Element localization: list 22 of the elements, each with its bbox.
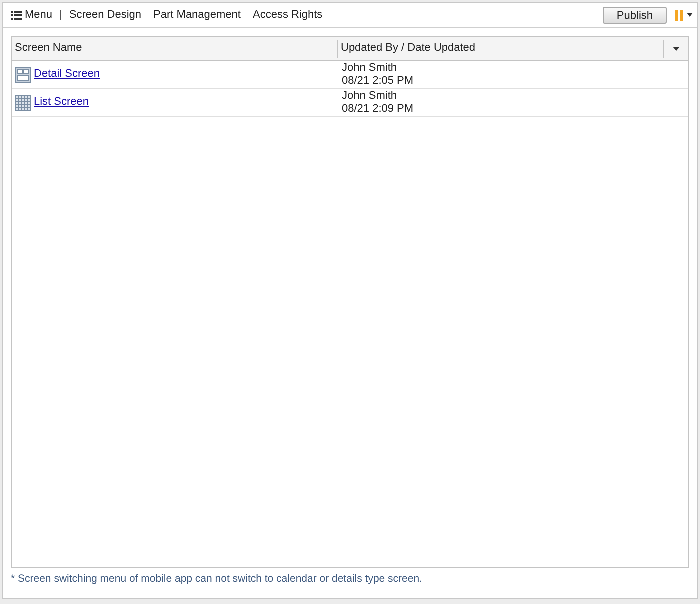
- updated-date: 08/21 2:05 PM: [342, 74, 414, 88]
- caret-icon: [687, 13, 693, 17]
- separator: |: [60, 8, 62, 23]
- nav-link[interactable]: Screen Design: [69, 6, 142, 24]
- screen-link[interactable]: List Screen: [34, 94, 90, 111]
- menu-icon: [11, 10, 22, 20]
- updated-by: John Smith: [342, 62, 398, 74]
- updated-date: 08/21 2:09 PM: [342, 102, 414, 116]
- status-dropdown[interactable]: [675, 10, 693, 20]
- column-header: Screen Name: [12, 40, 338, 58]
- nav-link[interactable]: Part Management: [154, 6, 241, 24]
- pause-icon: [675, 10, 684, 20]
- publish-button[interactable]: Publish: [602, 6, 667, 24]
- footnote: * Screen switching menu of mobile app can not switch to calendar or details type screen.: [11, 572, 424, 587]
- updated-by: John Smith: [342, 90, 398, 102]
- caret-icon: [672, 46, 680, 50]
- screen-link[interactable]: Detail Screen: [34, 66, 100, 83]
- menu-button[interactable]: Menu: [11, 6, 53, 24]
- grid-icon: [15, 94, 31, 110]
- column-header: Updated By / Date Updated: [340, 41, 477, 56]
- form-icon: [15, 66, 31, 82]
- nav-link[interactable]: Access Rights: [252, 6, 323, 24]
